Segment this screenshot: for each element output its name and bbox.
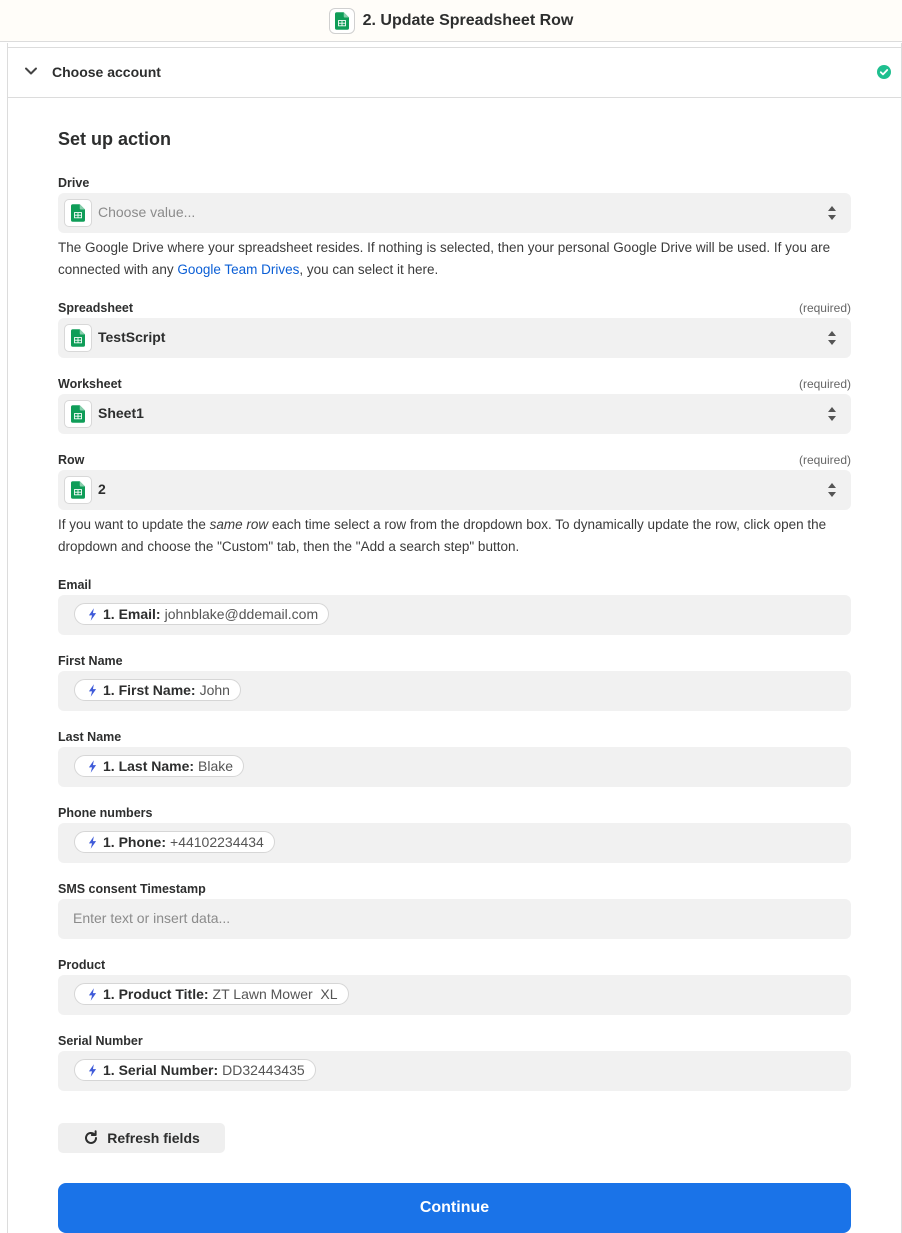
google-sheets-icon — [64, 476, 92, 504]
drive-label: Drive — [58, 176, 90, 190]
required-indicator: (required) — [798, 377, 851, 391]
spreadsheet-label: Spreadsheet — [58, 301, 134, 315]
sms-consent-label: SMS consent Timestamp — [58, 882, 206, 896]
first-name-label: First Name — [58, 654, 123, 668]
setup-title: Set up action — [58, 129, 172, 149]
refresh-icon — [85, 1130, 98, 1144]
sort-arrows-icon — [827, 205, 837, 221]
drive-placeholder: Choose value... — [98, 204, 196, 220]
drive-select[interactable]: Choose value... — [58, 193, 851, 233]
worksheet-label: Worksheet — [58, 377, 122, 391]
google-sheets-icon — [64, 400, 92, 428]
worksheet-select[interactable]: Sheet1 — [58, 394, 851, 434]
data-pill[interactable]: 1. First Name: John — [74, 679, 241, 701]
google-sheets-icon — [64, 199, 92, 227]
data-pill[interactable]: 1. Email: johnblake@ddemail.com — [74, 603, 330, 625]
continue-button[interactable]: Continue — [58, 1183, 851, 1233]
required-indicator: (required) — [798, 301, 851, 315]
spreadsheet-select[interactable]: TestScript — [58, 318, 851, 358]
sort-arrows-icon — [827, 406, 837, 422]
sort-arrows-icon — [827, 482, 837, 498]
chevron-down-icon — [25, 67, 37, 75]
google-sheets-icon — [64, 324, 92, 352]
product-label: Product — [58, 958, 106, 972]
email-label: Email — [58, 578, 92, 592]
section-title: Choose account — [52, 64, 161, 80]
check-circle-icon — [877, 65, 891, 79]
row-label: Row — [58, 453, 85, 467]
required-indicator: (required) — [798, 453, 851, 467]
google-team-drives-link[interactable]: Google Team Drives — [177, 262, 299, 277]
data-pill[interactable]: 1. Phone: +44102234434 — [74, 831, 275, 853]
refresh-fields-button[interactable]: Refresh fields — [58, 1123, 225, 1153]
first-name-field[interactable]: 1. First Name: John — [58, 671, 851, 711]
phone-numbers-label: Phone numbers — [58, 806, 153, 820]
bolt-icon — [85, 607, 99, 621]
row-help-text: If you want to update the same row each … — [58, 517, 827, 554]
bolt-icon — [85, 1063, 99, 1077]
bolt-icon — [85, 759, 99, 773]
product-field[interactable]: 1. Product Title: ZT Lawn Mower XL — [58, 975, 851, 1015]
serial-number-label: Serial Number — [58, 1034, 143, 1048]
data-pill[interactable]: 1. Product Title: ZT Lawn Mower XL — [74, 983, 349, 1005]
data-pill[interactable]: 1. Last Name: Blake — [74, 755, 245, 777]
sms-consent-placeholder: Enter text or insert data... — [73, 910, 231, 926]
last-name-label: Last Name — [58, 730, 122, 744]
step-header: 2. Update Spreadsheet Row — [0, 0, 902, 42]
bolt-icon — [85, 835, 99, 849]
serial-number-field[interactable]: 1. Serial Number: DD32443435 — [58, 1051, 851, 1091]
row-select[interactable]: 2 — [58, 470, 851, 510]
bolt-icon — [85, 683, 99, 697]
step-title: 2. Update Spreadsheet Row — [362, 11, 574, 29]
sort-arrows-icon — [827, 330, 837, 346]
data-pill[interactable]: 1. Serial Number: DD32443435 — [74, 1059, 316, 1081]
google-sheets-icon — [328, 7, 355, 34]
last-name-field[interactable]: 1. Last Name: Blake — [58, 747, 851, 787]
sms-consent-field[interactable]: Enter text or insert data... — [58, 899, 851, 939]
email-field[interactable]: 1. Email: johnblake@ddemail.com — [58, 595, 851, 635]
phone-numbers-field[interactable]: 1. Phone: +44102234434 — [58, 823, 851, 863]
spreadsheet-value: TestScript — [98, 329, 166, 345]
drive-help-text: The Google Drive where your spreadsheet … — [58, 240, 831, 277]
bolt-icon — [85, 987, 99, 1001]
row-value: 2 — [98, 481, 106, 497]
choose-account-section-header[interactable]: Choose account — [8, 48, 901, 98]
worksheet-value: Sheet1 — [98, 405, 144, 421]
step-panel: Choose account Set up action Drive Choos… — [7, 43, 902, 1233]
